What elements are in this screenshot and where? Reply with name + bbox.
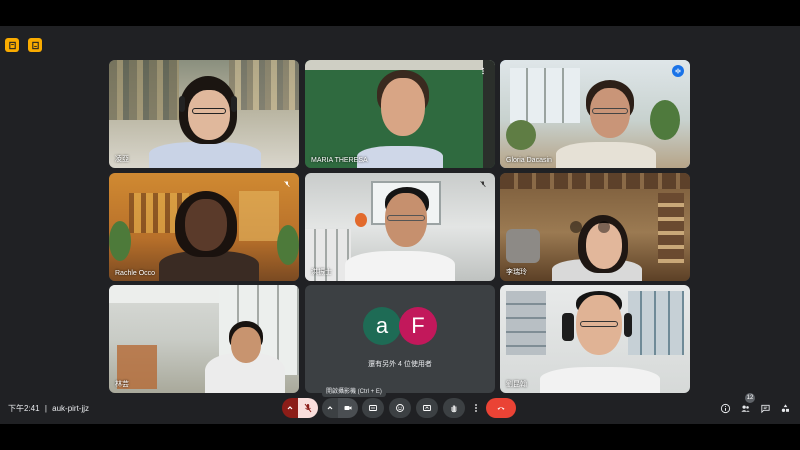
separator: | xyxy=(44,404,47,413)
emoji-icon xyxy=(396,404,404,412)
meeting-details-button[interactable] xyxy=(718,401,732,415)
muted-mic-icon xyxy=(477,178,489,190)
info-icon xyxy=(720,403,730,413)
participant-tile[interactable]: 劉昆翰 xyxy=(500,285,690,393)
more-options-button[interactable] xyxy=(470,398,482,418)
others-count-label: 還有另外 4 位使用者 xyxy=(368,361,432,368)
more-vert-icon xyxy=(475,404,477,412)
shapes-icon xyxy=(781,403,789,412)
chat-icon xyxy=(760,404,770,413)
captions-icon xyxy=(369,405,377,411)
participant-name: 林芸 xyxy=(115,381,129,388)
mic-toggle-button[interactable] xyxy=(298,398,318,418)
people-icon xyxy=(740,404,750,412)
mic-options-button[interactable] xyxy=(282,398,298,418)
avatar: F xyxy=(399,307,437,345)
camera-toggle-button[interactable] xyxy=(338,398,358,418)
participant-tile[interactable]: 洪振士 xyxy=(305,173,495,281)
speaking-indicator-icon xyxy=(672,65,684,77)
meeting-code: auk-pirt-jjz xyxy=(52,404,90,413)
current-time: 下午2:41 xyxy=(8,404,40,413)
camera-icon xyxy=(344,406,352,410)
avatar: a xyxy=(363,307,401,345)
reactions-button[interactable] xyxy=(389,398,411,418)
participant-name: 洪振士 xyxy=(311,269,332,276)
camera-tooltip: 開啟攝影機 (Ctrl + E) xyxy=(322,384,386,397)
participant-name: 凌亞 xyxy=(115,156,129,163)
more-options-icon[interactable] xyxy=(477,65,489,77)
activities-icon[interactable] xyxy=(28,38,42,52)
participant-tile[interactable]: 李瑞玲 xyxy=(500,173,690,281)
participant-count-badge: 12 xyxy=(745,393,755,403)
leave-call-button[interactable] xyxy=(486,398,516,418)
notes-icon[interactable] xyxy=(5,38,19,52)
camera-options-button[interactable] xyxy=(322,398,338,418)
participant-name: 劉昆翰 xyxy=(506,381,527,388)
raise-hand-button[interactable] xyxy=(443,398,465,418)
people-button[interactable] xyxy=(738,401,752,415)
participant-name: Rachle Occo xyxy=(115,270,156,277)
participant-tile[interactable]: Gloria Dacasin xyxy=(500,60,690,168)
hand-icon xyxy=(451,405,457,413)
present-screen-icon xyxy=(423,405,431,411)
participant-name: MARIA THERESA xyxy=(311,157,368,164)
chat-button[interactable] xyxy=(758,401,772,415)
participant-name: Gloria Dacasin xyxy=(506,157,552,164)
participant-tile[interactable]: Rachle Occo xyxy=(109,173,299,281)
meeting-info: 下午2:41 | auk-pirt-jjz xyxy=(8,403,92,414)
bottom-toolbar: 下午2:41 | auk-pirt-jjz 開啟攝影機 (Ctrl + E) 1… xyxy=(0,384,800,424)
muted-mic-icon xyxy=(281,178,293,190)
mic-off-icon xyxy=(304,403,312,413)
present-button[interactable] xyxy=(416,398,438,418)
meet-window: 凌亞 MARIA THERESA Gloria Dacasin Rachle O… xyxy=(0,26,800,424)
participant-tile[interactable]: 凌亞 xyxy=(109,60,299,168)
captions-button[interactable] xyxy=(362,398,384,418)
participant-tile[interactable]: MARIA THERESA xyxy=(305,60,495,168)
participant-tile[interactable]: 林芸 xyxy=(109,285,299,393)
others-tile[interactable]: a F 還有另外 4 位使用者 xyxy=(305,285,495,393)
participant-name: 李瑞玲 xyxy=(506,269,527,276)
hang-up-icon xyxy=(497,407,505,410)
activities-button[interactable] xyxy=(778,401,792,415)
